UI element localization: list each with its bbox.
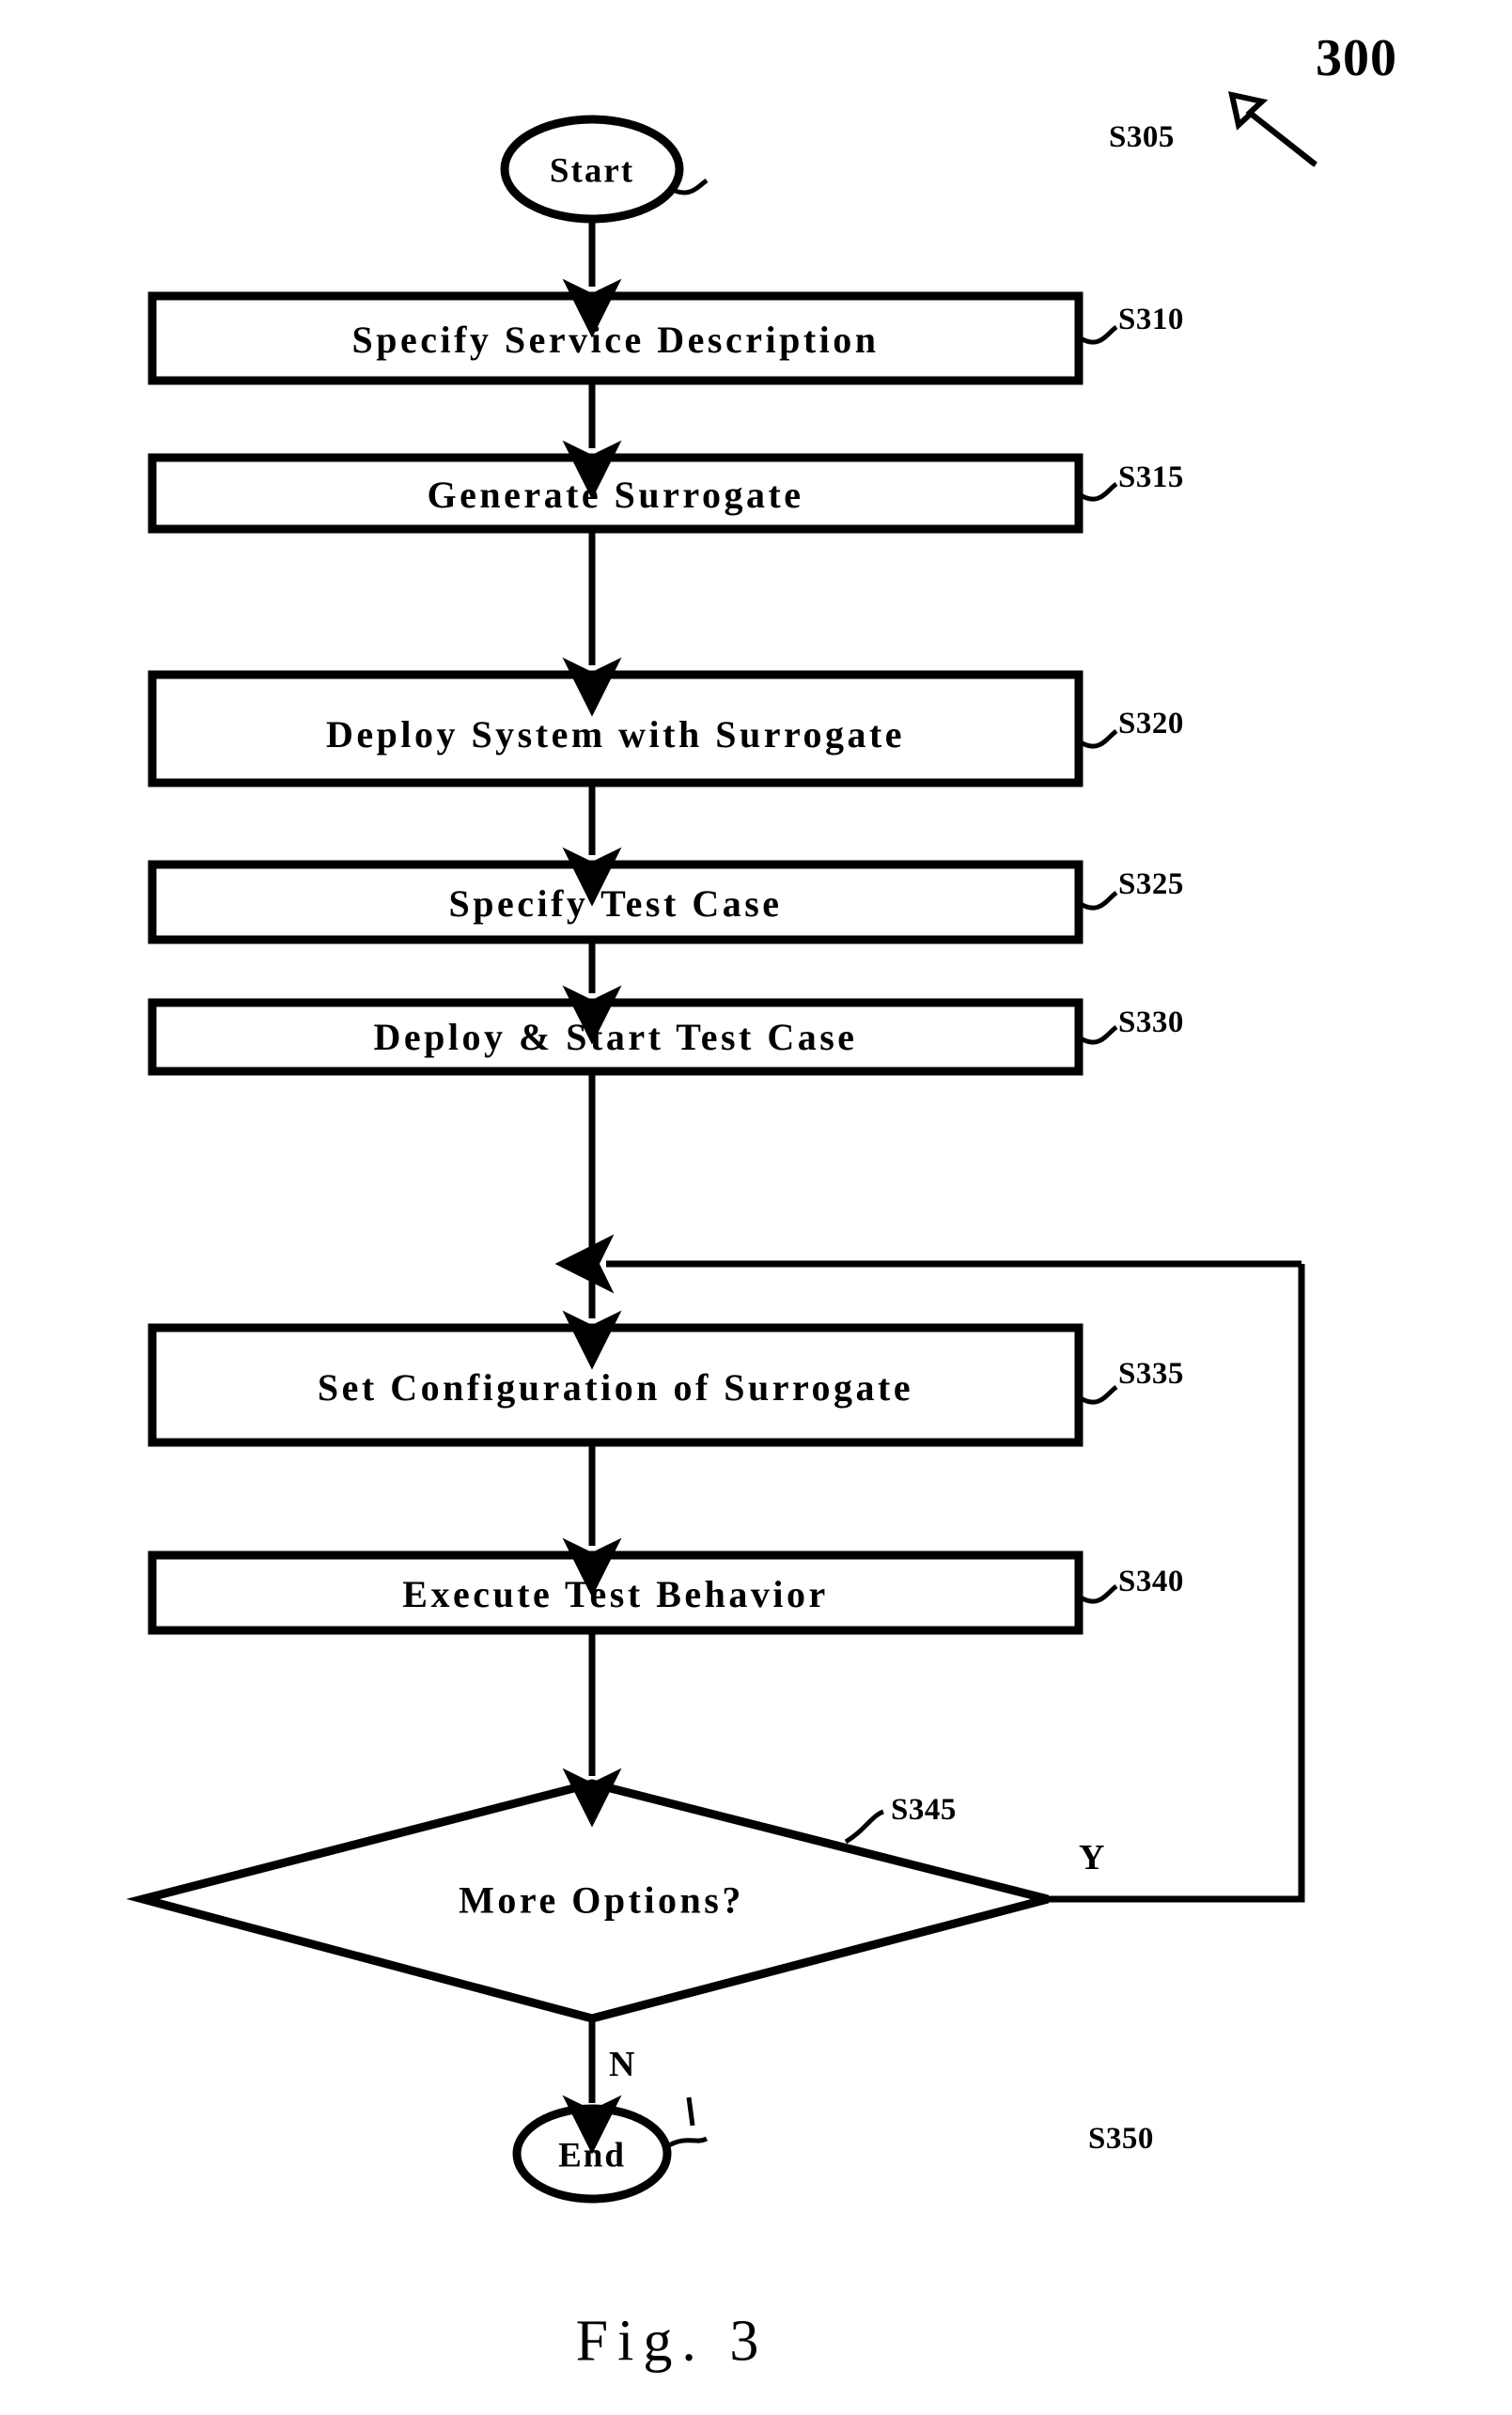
step-label-s325: S325: [1118, 867, 1184, 901]
reference-arrow-300: [1228, 91, 1317, 167]
flowchart-vector-layer: [126, 91, 1317, 2204]
leader-s310: [1079, 324, 1118, 345]
process-label-s340: Execute Test Behavior: [402, 1573, 829, 1615]
leader-s325: [1079, 890, 1118, 911]
start-terminator-label: Start: [549, 151, 635, 191]
end-terminator-label: End: [558, 2136, 626, 2175]
leader-s330: [1079, 1024, 1118, 1045]
leader-s335: [1079, 1384, 1118, 1405]
leader-s320: [1079, 728, 1118, 749]
decision-label-s345: More Options?: [459, 1878, 744, 1922]
process-label-s330: Deploy & Start Test Case: [373, 1016, 858, 1058]
branch-label-yes: Y: [1079, 1838, 1105, 1877]
process-label-s335: Set Configuration of Surrogate: [317, 1366, 914, 1409]
step-label-s305: S305: [1109, 120, 1175, 154]
step-label-s310: S310: [1118, 303, 1184, 336]
figure-caption: Fig. 3: [575, 2309, 769, 2374]
step-label-s330: S330: [1118, 1005, 1184, 1039]
step-label-s345: S345: [891, 1793, 957, 1827]
reference-numeral-300: 300: [1316, 29, 1397, 87]
leader-s340: [1079, 1583, 1118, 1604]
process-label-s310: Specify Service Description: [351, 319, 880, 361]
step-label-s340: S340: [1118, 1565, 1184, 1598]
leader-s350-tick: [686, 2096, 695, 2127]
leader-s345: [844, 1809, 885, 1845]
step-label-s350: S350: [1088, 2122, 1154, 2156]
step-label-s320: S320: [1118, 707, 1184, 740]
step-label-s315: S315: [1118, 460, 1184, 494]
process-label-s315: Generate Surrogate: [427, 474, 804, 516]
leader-s350: [665, 2136, 709, 2149]
leader-s315: [1079, 481, 1118, 502]
process-label-s325: Specify Test Case: [448, 882, 783, 925]
figure-canvas: 300 Start S305 End S350 Specify Service …: [0, 0, 1512, 2415]
branch-label-no: N: [609, 2045, 635, 2084]
process-label-s320: Deploy System with Surrogate: [325, 713, 906, 756]
step-label-s335: S335: [1118, 1357, 1184, 1391]
